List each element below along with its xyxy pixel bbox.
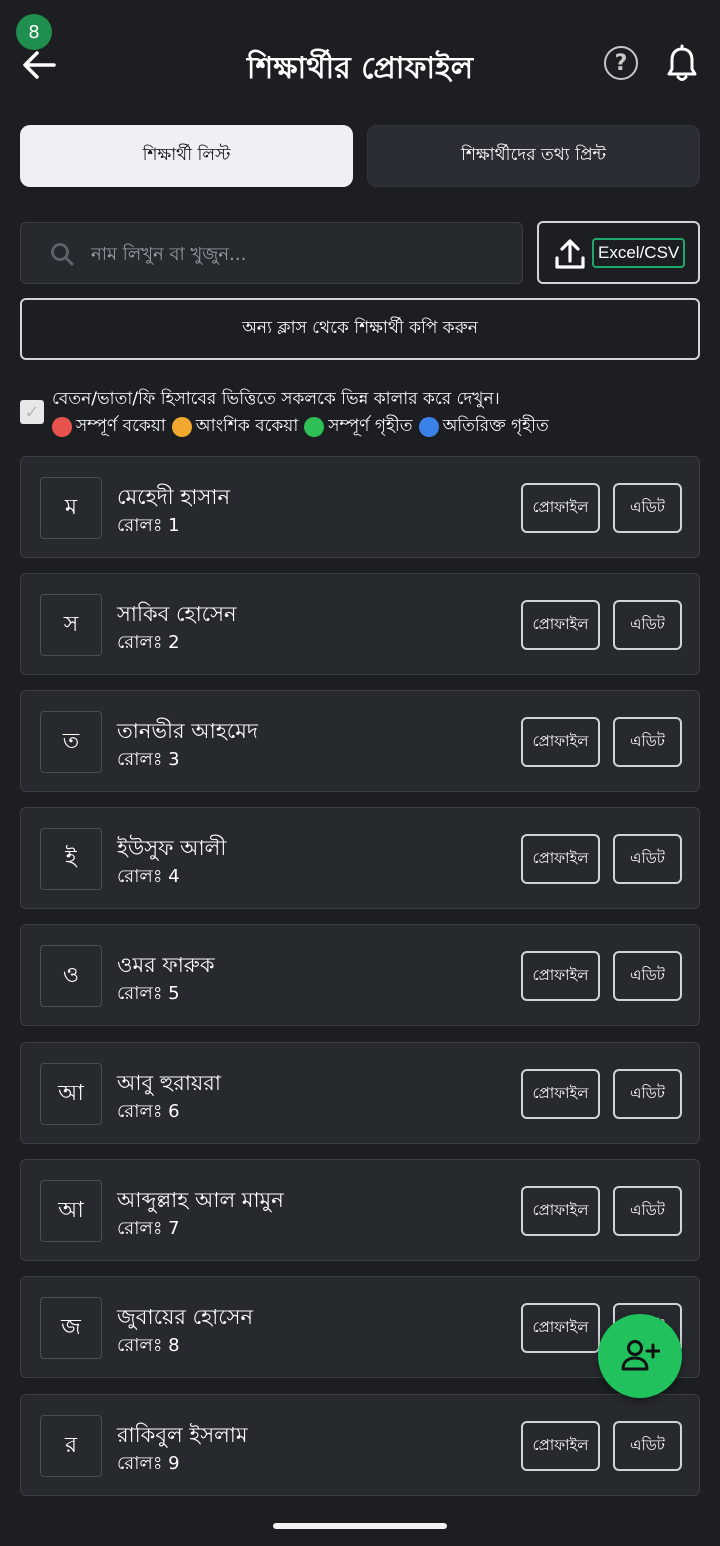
- legend-item-full-due: সম্পূর্ণ বকেয়া: [52, 413, 166, 441]
- student-roll: রোলঃ 6: [117, 1101, 180, 1122]
- upload-icon: [555, 239, 585, 269]
- student-card[interactable]: স সাকিব হোসেন রোলঃ 2 প্রোফাইল এডিট: [20, 573, 700, 675]
- search-field[interactable]: [20, 222, 523, 284]
- tab-student-list[interactable]: শিক্ষার্থী লিস্ট: [20, 125, 353, 187]
- arrow-left-icon: [23, 51, 56, 79]
- legend-item-extra-received: অতিরিক্ত গৃহীত: [418, 413, 549, 441]
- student-card[interactable]: ও ওমর ফারুক রোলঃ 5 প্রোফাইল এডিট: [20, 924, 700, 1026]
- search-input[interactable]: [89, 235, 513, 273]
- avatar: ও: [40, 945, 102, 1007]
- student-card[interactable]: আ আবু হুরায়রা রোলঃ 6 প্রোফাইল এডিট: [20, 1042, 700, 1144]
- orange-dot-icon: [171, 417, 192, 437]
- bell-icon: [667, 44, 697, 81]
- profile-button[interactable]: প্রোফাইল: [521, 834, 600, 884]
- student-card[interactable]: র রাকিবুল ইসলাম রোলঃ 9 প্রোফাইল এডিট: [20, 1394, 700, 1496]
- avatar: র: [40, 1415, 102, 1477]
- student-roll: রোলঃ 4: [117, 866, 180, 887]
- home-indicator[interactable]: [273, 1523, 447, 1529]
- profile-button[interactable]: প্রোফাইল: [521, 1069, 600, 1119]
- legend-label: আংশিক বকেয়া: [195, 416, 299, 436]
- student-roll: রোলঃ 8: [117, 1335, 180, 1356]
- profile-button[interactable]: প্রোফাইল: [521, 483, 600, 533]
- avatar: জ: [40, 1297, 102, 1359]
- profile-button[interactable]: প্রোফাইল: [521, 1421, 600, 1471]
- avatar: ই: [40, 828, 102, 890]
- student-card[interactable]: ত তানভীর আহমেদ রোলঃ 3 প্রোফাইল এডিট: [20, 690, 700, 792]
- avatar: ম: [40, 477, 102, 539]
- legend-label: সম্পূর্ণ বকেয়া: [76, 416, 166, 436]
- student-card[interactable]: আ আব্দুল্লাহ আল মামুন রোলঃ 7 প্রোফাইল এড…: [20, 1159, 700, 1261]
- avatar: স: [40, 594, 102, 656]
- copy-students-from-other-class-button[interactable]: অন্য ক্লাস থেকে শিক্ষার্থী কপি করুন: [20, 298, 700, 360]
- profile-button[interactable]: প্রোফাইল: [521, 1303, 600, 1353]
- student-roll: রোলঃ 3: [117, 749, 180, 770]
- avatar: ত: [40, 711, 102, 773]
- avatar: আ: [40, 1180, 102, 1242]
- color-code-label: বেতন/ভাতা/ফি হিসাবের ভিত্তিতে সকলকে ভিন্…: [52, 389, 500, 409]
- avatar: আ: [40, 1063, 102, 1125]
- edit-button[interactable]: এডিট: [613, 483, 682, 533]
- search-icon: [51, 243, 74, 266]
- legend-item-partial-due: আংশিক বকেয়া: [171, 413, 299, 441]
- upload-excel-csv-button[interactable]: Excel/CSV: [537, 221, 700, 284]
- help-button[interactable]: ?: [604, 46, 638, 80]
- help-circle-icon: ?: [614, 50, 628, 76]
- green-dot-icon: [304, 417, 325, 437]
- add-student-fab[interactable]: [598, 1314, 682, 1398]
- red-dot-icon: [52, 417, 72, 437]
- profile-button[interactable]: প্রোফাইল: [521, 600, 600, 650]
- edit-button[interactable]: এডিট: [613, 1421, 682, 1471]
- blue-dot-icon: [418, 417, 439, 437]
- edit-button[interactable]: এডিট: [613, 1069, 682, 1119]
- student-roll: রোলঃ 7: [117, 1218, 180, 1239]
- edit-button[interactable]: এডিট: [613, 834, 682, 884]
- tab-print-student-info[interactable]: শিক্ষার্থীদের তথ্য প্রিন্ট: [367, 125, 700, 187]
- student-roll: রোলঃ 5: [117, 983, 180, 1004]
- edit-button[interactable]: এডিট: [613, 951, 682, 1001]
- edit-button[interactable]: এডিট: [613, 717, 682, 767]
- student-roll: রোলঃ 1: [117, 515, 180, 536]
- student-roll: রোলঃ 9: [117, 1453, 180, 1474]
- student-card[interactable]: ম মেহেদী হাসান রোলঃ 1 প্রোফাইল এডিট: [20, 456, 700, 558]
- profile-button[interactable]: প্রোফাইল: [521, 951, 600, 1001]
- profile-button[interactable]: প্রোফাইল: [521, 1186, 600, 1236]
- color-code-checkbox[interactable]: ✓: [20, 400, 44, 424]
- edit-button[interactable]: এডিট: [613, 600, 682, 650]
- legend-label: অতিরিক্ত গৃহীত: [442, 416, 549, 436]
- app-header: 8 শিক্ষার্থীর প্রোফাইল ?: [0, 0, 720, 120]
- payment-status-legend: সম্পূর্ণ বকেয়া আংশিক বকেয়া সম্পূর্ণ গৃ…: [52, 413, 555, 441]
- legend-item-fully-received: সম্পূর্ণ গৃহীত: [304, 413, 413, 441]
- notifications-button[interactable]: [664, 44, 700, 84]
- legend-label: সম্পূর্ণ গৃহীত: [328, 416, 413, 436]
- student-roll: রোলঃ 2: [117, 632, 180, 653]
- edit-button[interactable]: এডিট: [613, 1186, 682, 1236]
- profile-button[interactable]: প্রোফাইল: [521, 717, 600, 767]
- page-title: শিক্ষার্থীর প্রোফাইল: [246, 51, 474, 86]
- add-user-icon: [621, 1340, 660, 1371]
- student-card[interactable]: ই ইউসুফ আলী রোলঃ 4 প্রোফাইল এডিট: [20, 807, 700, 909]
- check-icon: ✓: [24, 401, 40, 423]
- back-button[interactable]: [20, 48, 58, 82]
- notification-count-badge: 8: [16, 14, 52, 50]
- upload-label: Excel/CSV: [592, 238, 686, 268]
